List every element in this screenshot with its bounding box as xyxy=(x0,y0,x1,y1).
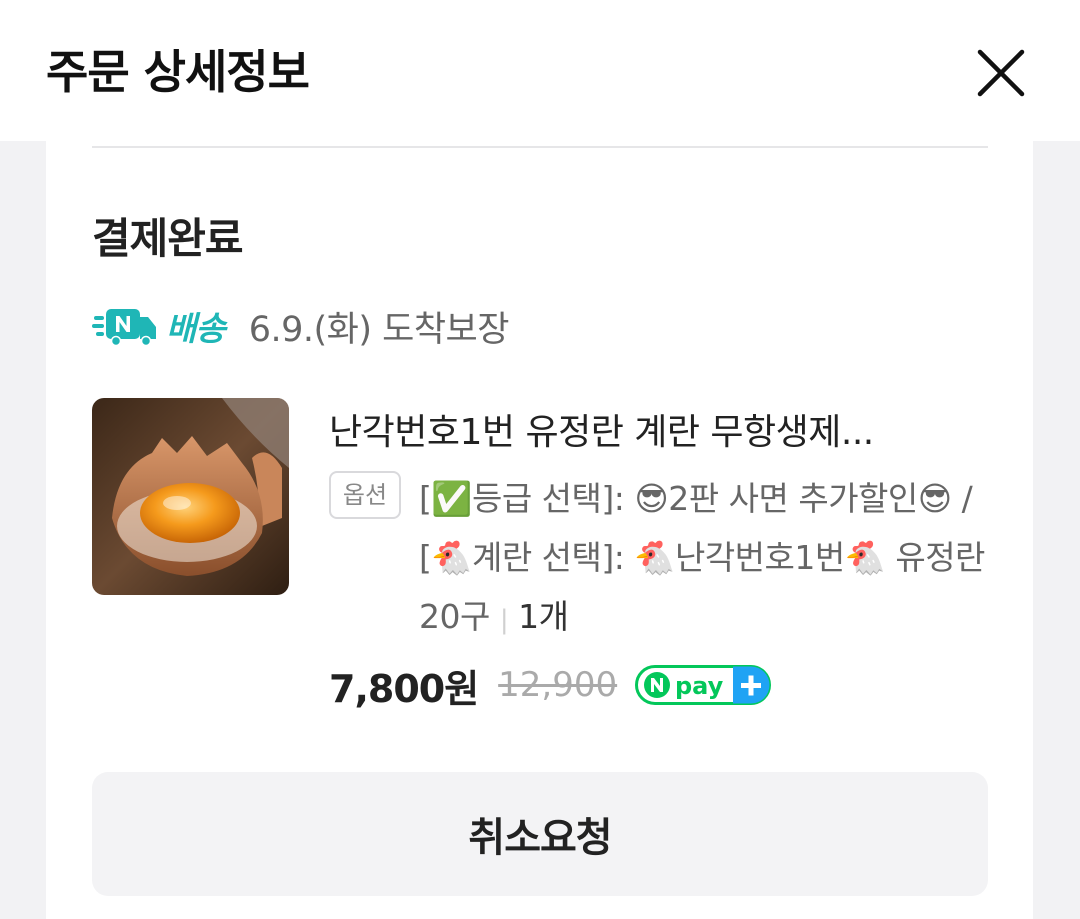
option-badge: 옵션 xyxy=(329,471,401,519)
sale-price: 7,800원 xyxy=(329,666,479,711)
original-price: 12,900 xyxy=(498,665,618,705)
delivery-badge-label: 배송 xyxy=(166,309,226,348)
app-header: 주문 상세정보 xyxy=(0,0,1080,141)
price-row: 7,800원 12,900 pay xyxy=(329,657,772,713)
cancel-request-button[interactable]: 취소요청 xyxy=(92,772,988,896)
egg-image xyxy=(92,398,289,595)
arrival-date: 6.9.(화) 도착보장 xyxy=(248,309,510,350)
order-status: 결제완료 xyxy=(92,214,244,263)
truck-icon xyxy=(92,309,156,346)
delivery-info: 배송 6.9.(화) 도착보장 xyxy=(92,301,509,351)
order-card: 결제완료 배송 6.9.(화) 도착보장 난각번호1번 유정란 계란 무항생제.… xyxy=(46,141,1033,919)
quantity: 1개 xyxy=(518,597,569,636)
svg-text:pay: pay xyxy=(675,672,724,700)
product-name[interactable]: 난각번호1번 유정란 계란 무항생제... xyxy=(329,403,989,455)
option-details: [✅등급 선택]: 😎2판 사면 추가할인😎 / [🐔계란 선택]: 🐔난각번호… xyxy=(419,469,989,650)
npay-plus-icon: pay xyxy=(635,665,772,705)
close-button[interactable] xyxy=(972,44,1030,102)
page-title: 주문 상세정보 xyxy=(46,45,310,99)
product-thumbnail[interactable] xyxy=(92,398,289,595)
close-icon xyxy=(977,49,1025,97)
separator: | xyxy=(499,605,509,635)
divider xyxy=(92,146,988,148)
